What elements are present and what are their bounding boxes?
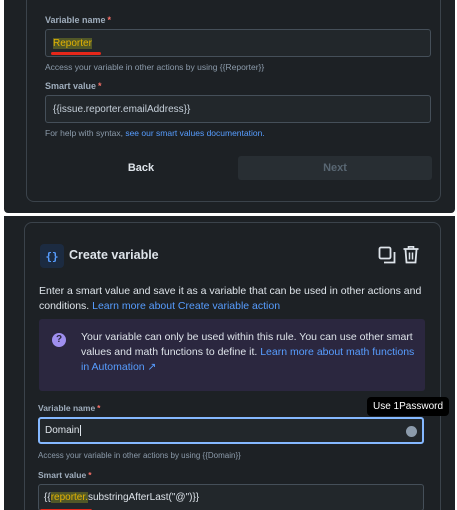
question-icon-glyph: ?	[55, 334, 63, 345]
variable-name-value: Reporter	[53, 37, 92, 49]
variable-name-label: Variable name *	[45, 15, 111, 25]
smart-value-rest: substringAfterLast("@")}}	[87, 492, 200, 503]
variable-name-label-text: Variable name	[45, 15, 106, 25]
variable-name-value: Domain	[45, 425, 80, 436]
top-form-card: Variable name * Reporter Access your vari…	[26, 0, 441, 202]
required-mark: *	[88, 470, 92, 480]
variable-hint: Access your variable in other actions by…	[45, 62, 265, 72]
create-variable-description: Enter a smart value and save it as a var…	[39, 284, 429, 314]
smart-value-highlight: reporter.	[50, 492, 88, 503]
copy-icon[interactable]	[378, 246, 396, 264]
learn-more-create-variable-link[interactable]: Learn more about Create variable action	[92, 300, 280, 312]
next-button[interactable]: Next	[238, 156, 432, 180]
braces-icon-glyph: {}	[45, 249, 59, 263]
back-button[interactable]: Back	[79, 156, 203, 180]
top-form-panel: Variable name * Reporter Access your vari…	[4, 0, 455, 213]
smart-value-input[interactable]: {{reporter. substringAfterLast("@")}}	[38, 484, 424, 510]
required-mark: *	[98, 81, 102, 91]
smart-value-input[interactable]: {{issue.reporter.emailAddress}}	[45, 95, 431, 123]
annotation-underline	[51, 52, 101, 55]
password-manager-icon[interactable]	[406, 426, 417, 437]
smart-value-label-text: Smart value	[45, 81, 97, 91]
smart-values-docs-link[interactable]: see our smart values documentation.	[125, 128, 264, 138]
variable-name-input[interactable]: Domain	[38, 417, 424, 444]
required-mark: *	[107, 15, 112, 25]
create-variable-panel: {} Create variable Enter a smart value a…	[4, 216, 455, 510]
variable-name-label: Variable name *	[38, 403, 100, 413]
text-caret	[80, 425, 82, 436]
create-variable-title: Create variable	[69, 248, 159, 262]
smart-value-label: Smart value *	[38, 470, 92, 480]
variable-name-label-text: Variable name	[38, 403, 96, 413]
password-manager-tooltip: Use 1Password	[367, 397, 450, 416]
create-variable-card: {} Create variable Enter a smart value a…	[24, 222, 441, 510]
braces-icon: {}	[40, 244, 64, 268]
variable-name-input[interactable]: Reporter	[45, 29, 431, 57]
info-text: Your variable can only be used within th…	[81, 330, 419, 375]
smart-value-label-text: Smart value	[38, 470, 87, 480]
help-prefix: For help with syntax,	[45, 128, 126, 138]
smart-value-prefix: {{	[44, 492, 51, 503]
info-panel: ? Your variable can only be used within …	[39, 319, 425, 391]
smart-value-label: Smart value *	[45, 81, 102, 91]
question-icon: ?	[52, 333, 66, 347]
variable-hint: Access your variable in other actions by…	[38, 451, 241, 460]
required-mark: *	[97, 403, 101, 413]
trash-icon[interactable]	[402, 245, 420, 264]
smart-value-text: {{issue.reporter.emailAddress}}	[53, 103, 191, 115]
help-text: For help with syntax, see our smart valu…	[45, 128, 265, 138]
